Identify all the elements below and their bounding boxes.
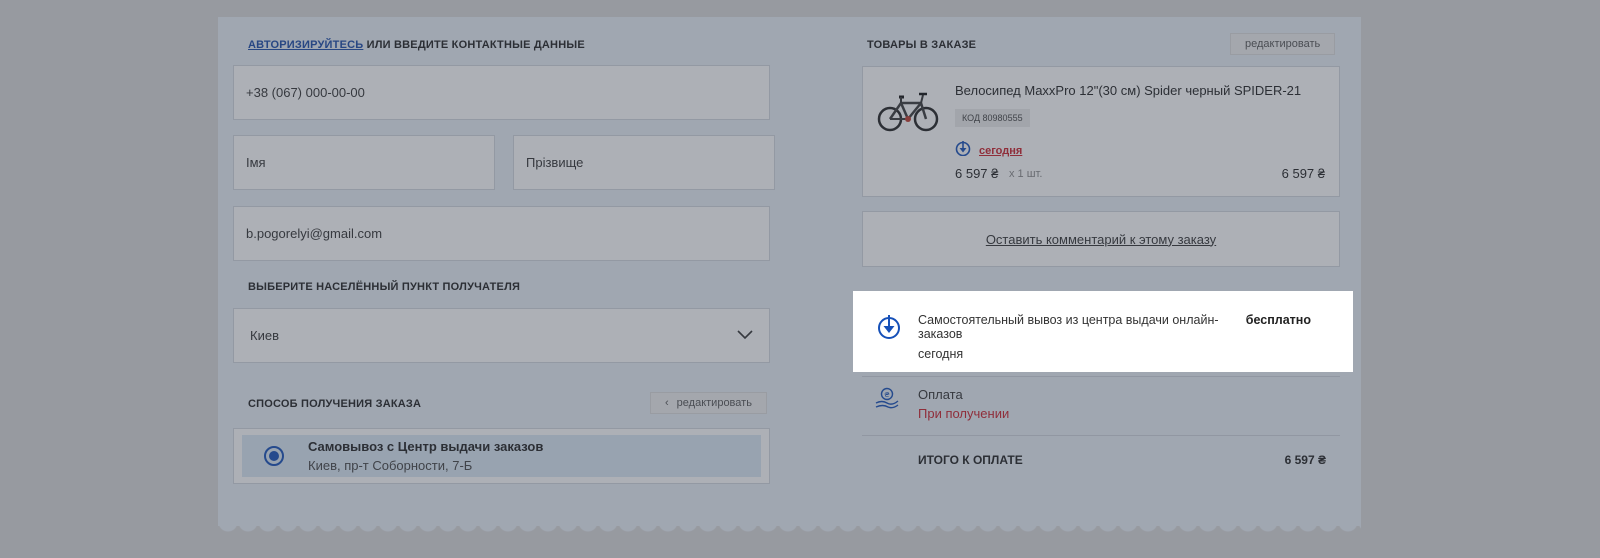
- phone-field[interactable]: +38 (067) 000-00-00: [233, 65, 770, 120]
- email-value: b.pogorelyi@gmail.com: [246, 226, 383, 241]
- quantity: x 1 шт.: [1009, 168, 1043, 180]
- delivery-option-card[interactable]: Самовывоз с Центр выдачи заказов Киев, п…: [233, 428, 770, 484]
- pickup-date: сегодня: [918, 347, 964, 361]
- product-code: КОД 80980555: [955, 109, 1030, 127]
- bicycle-image[interactable]: [877, 89, 939, 138]
- contact-section-title: АВТОРИЗИРУЙТЕСЬ ИЛИ ВВЕДИТЕ КОНТАКТНЫЕ Д…: [248, 39, 585, 51]
- comment-button[interactable]: Оставить комментарий к этому заказу: [862, 211, 1340, 267]
- delivery-option-address: Киев, пр-т Соборности, 7-Б: [308, 458, 473, 473]
- product-name[interactable]: Велосипед MaxxPro 12"(30 см) Spider черн…: [955, 83, 1301, 98]
- delivery-option-selected: Самовывоз с Центр выдачи заказов Киев, п…: [242, 435, 761, 477]
- chevron-left-icon: ‹: [665, 397, 669, 409]
- last-name-field[interactable]: Прізвище: [513, 135, 775, 190]
- order-section-title: ТОВАРЫ В ЗАКАЗЕ: [867, 39, 977, 51]
- order-edit-label: редактировать: [1245, 38, 1321, 50]
- divider: [862, 435, 1340, 436]
- availability-date[interactable]: сегодня: [979, 145, 1022, 157]
- phone-value: +38 (067) 000-00-00: [246, 85, 365, 100]
- total-label: ИТОГО К ОПЛАТЕ: [918, 453, 1023, 467]
- city-section-title: ВЫБЕРИТЕ НАСЕЛЁННЫЙ ПУНКТ ПОЛУЧАТЕЛЯ: [248, 281, 521, 293]
- email-field[interactable]: b.pogorelyi@gmail.com: [233, 206, 770, 261]
- city-select[interactable]: Киев: [233, 308, 770, 363]
- delivery-edit-label: редактировать: [676, 397, 752, 409]
- first-name-field[interactable]: Імя: [233, 135, 495, 190]
- delivery-radio[interactable]: [264, 446, 284, 466]
- divider: [862, 376, 1340, 377]
- pickup-option-highlight[interactable]: Самостоятельный вывоз из центра выдачи о…: [853, 291, 1353, 372]
- payment-title: Оплата: [918, 387, 963, 402]
- pickup-point-icon: [955, 140, 971, 161]
- total-value: 6 597 ₴: [1284, 453, 1326, 467]
- delivery-edit-button[interactable]: ‹ редактировать: [650, 392, 767, 414]
- delivery-option-name: Самовывоз с Центр выдачи заказов: [308, 439, 544, 454]
- line-total: 6 597 ₴: [1281, 166, 1325, 181]
- payment-method[interactable]: При получении: [918, 406, 1009, 421]
- last-name-placeholder: Прізвище: [526, 155, 584, 170]
- checkout-card: АВТОРИЗИРУЙТЕСЬ ИЛИ ВВЕДИТЕ КОНТАКТНЫЕ Д…: [218, 17, 1361, 526]
- availability-row: сегодня: [955, 140, 1022, 161]
- comment-link[interactable]: Оставить комментарий к этому заказу: [986, 232, 1216, 247]
- card-wave-edge: [218, 522, 1361, 536]
- pickup-price: бесплатно: [1245, 313, 1311, 327]
- pickup-title: Самостоятельный вывоз из центра выдачи о…: [918, 313, 1219, 341]
- product-card: Велосипед MaxxPro 12"(30 см) Spider черн…: [862, 66, 1340, 197]
- contact-title-text: ИЛИ ВВЕДИТЕ КОНТАКТНЫЕ ДАННЫЕ: [363, 39, 585, 51]
- svg-text:₴: ₴: [884, 391, 890, 399]
- authorize-link[interactable]: АВТОРИЗИРУЙТЕСЬ: [248, 39, 363, 51]
- pickup-point-icon: [877, 313, 901, 346]
- chevron-down-icon: [737, 328, 753, 343]
- payment-hand-icon: ₴: [874, 386, 900, 415]
- city-value: Киев: [250, 328, 279, 343]
- order-edit-button[interactable]: редактировать: [1230, 33, 1336, 55]
- delivery-section-title: СПОСОБ ПОЛУЧЕНИЯ ЗАКАЗА: [248, 398, 422, 410]
- product-code-badge: КОД 80980555: [955, 108, 1030, 127]
- unit-price: 6 597 ₴: [955, 166, 999, 181]
- first-name-placeholder: Імя: [246, 155, 266, 170]
